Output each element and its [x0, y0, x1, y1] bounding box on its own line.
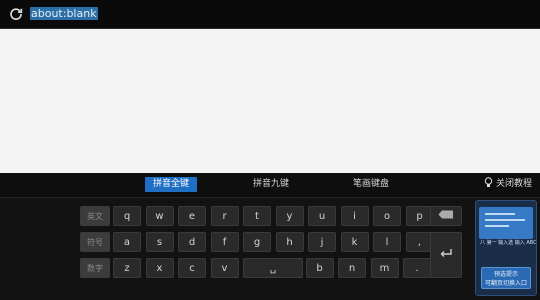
key-d[interactable]: d — [178, 232, 206, 252]
key-f[interactable]: f — [210, 232, 239, 252]
key-c[interactable]: c — [178, 258, 206, 278]
key-t[interactable]: t — [243, 206, 271, 226]
key-v[interactable]: v — [210, 258, 239, 278]
key-j[interactable]: j — [308, 232, 336, 252]
enter-icon — [440, 249, 452, 257]
close-tutorial-label: 关闭教程 — [495, 179, 532, 189]
page-content — [0, 29, 540, 173]
address-bar: about:blank — [0, 0, 540, 29]
key-w[interactable]: w — [145, 206, 174, 226]
ime-tab-bar: 拼音全键 拼音九键 笔画键盘 关闭教程 — [0, 173, 540, 198]
key-r[interactable]: r — [210, 206, 239, 226]
preview-line — [485, 213, 515, 215]
panel-button-line2: 可翻页切换入口 — [484, 280, 527, 287]
key-fn-1[interactable]: 符号 — [80, 232, 110, 252]
panel-button[interactable]: 预选提示 可翻页切换入口 — [481, 267, 531, 289]
reload-icon[interactable] — [9, 6, 23, 20]
preview-line — [485, 219, 525, 221]
key-n[interactable]: n — [338, 258, 366, 278]
tab-pinyin-nine[interactable]: 拼音九键 — [245, 177, 297, 192]
panel-preview — [479, 207, 533, 239]
key-space[interactable]: ␣ — [243, 258, 303, 278]
enter-key[interactable] — [430, 232, 462, 278]
key-x[interactable]: x — [145, 258, 174, 278]
key-z[interactable]: z — [113, 258, 141, 278]
key-o[interactable]: o — [373, 206, 401, 226]
tutorial-panel[interactable]: 八 第一 输入选 输入 ABC 预选提示 可翻页切换入口 — [475, 200, 537, 296]
backspace-icon — [438, 210, 453, 219]
key-fn-0[interactable]: 英文 — [80, 206, 110, 226]
url-input[interactable]: about:blank — [30, 7, 98, 20]
key-i[interactable]: i — [340, 206, 369, 226]
panel-button-line1: 预选提示 — [493, 271, 518, 278]
ime-keyboard: 拼音全键 拼音九键 笔画键盘 关闭教程 英文 符号 数字 q w e r t y u i o p a s d f… — [0, 173, 540, 300]
key-m[interactable]: m — [370, 258, 399, 278]
key-period[interactable]: . — [403, 258, 431, 278]
key-e[interactable]: e — [178, 206, 206, 226]
key-fn-2[interactable]: 数字 — [80, 258, 110, 278]
key-u[interactable]: u — [308, 206, 336, 226]
key-a[interactable]: a — [113, 232, 141, 252]
lightbulb-icon — [484, 177, 493, 187]
key-q[interactable]: q — [113, 206, 141, 226]
key-k[interactable]: k — [340, 232, 369, 252]
key-l[interactable]: l — [373, 232, 401, 252]
key-s[interactable]: s — [145, 232, 174, 252]
key-y[interactable]: y — [275, 206, 304, 226]
tab-pinyin-full[interactable]: 拼音全键 — [145, 177, 197, 192]
backspace-key[interactable] — [430, 206, 462, 226]
key-g[interactable]: g — [243, 232, 271, 252]
tab-stroke[interactable]: 笔画键盘 — [345, 177, 397, 192]
key-h[interactable]: h — [275, 232, 304, 252]
panel-options: 八 第一 输入选 输入 ABC — [480, 240, 537, 246]
close-tutorial-button[interactable]: 关闭教程 — [484, 177, 532, 192]
key-b[interactable]: b — [305, 258, 334, 278]
preview-line — [485, 225, 509, 227]
